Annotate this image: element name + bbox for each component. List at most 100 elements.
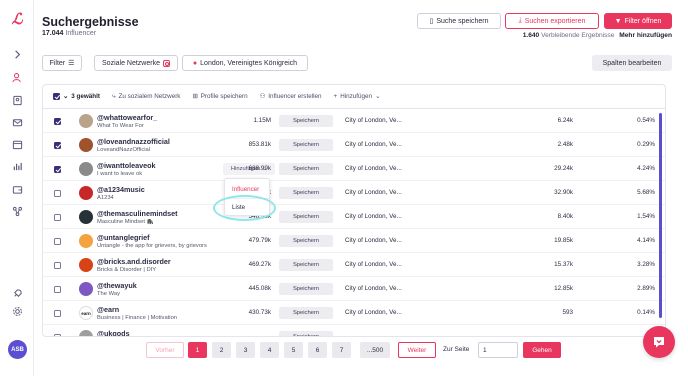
table-row[interactable]: @iwanttoleaveok I want to leave ok Hinzufü… bbox=[43, 157, 665, 181]
user-avatar[interactable]: ASB bbox=[8, 340, 27, 359]
page-button[interactable]: 2 bbox=[212, 342, 231, 358]
table-row[interactable]: @bricks.and.disorder Bricks & Disorder | … bbox=[43, 253, 665, 277]
location-chip[interactable]: ● London, Vereinigtes Königreich bbox=[182, 55, 308, 71]
page-button[interactable]: 5 bbox=[284, 342, 303, 358]
row-checkbox[interactable] bbox=[54, 286, 61, 293]
row-checkbox[interactable] bbox=[54, 166, 61, 173]
avatar[interactable] bbox=[79, 138, 93, 152]
avatar[interactable] bbox=[79, 114, 93, 128]
page-button[interactable]: 4 bbox=[260, 342, 279, 358]
link-icon: ⤷ bbox=[111, 92, 116, 100]
influencer-name[interactable]: @ukgods bbox=[97, 329, 130, 336]
goto-page-input[interactable]: 1 bbox=[478, 342, 518, 358]
table-row[interactable]: @themasculinemindset Masculine Mindset 🦍 S… bbox=[43, 205, 665, 229]
row-save-button[interactable]: Speichern bbox=[279, 115, 333, 127]
settings-icon[interactable] bbox=[11, 305, 23, 317]
create-influencer-action[interactable]: ⚇ Influencer erstellen bbox=[260, 93, 322, 100]
previous-page-button[interactable]: Vorher bbox=[146, 342, 184, 358]
row-save-button[interactable]: Speichern bbox=[279, 139, 333, 151]
table-row[interactable]: @whattowearfor_ What To Wear For Speichern… bbox=[43, 109, 665, 133]
export-search-button[interactable]: ⤓ Suchen exportieren bbox=[505, 13, 599, 29]
avatar[interactable] bbox=[79, 210, 93, 224]
highlight-annotation bbox=[213, 195, 276, 221]
influencer-name[interactable]: @loveandnazzofficial bbox=[97, 137, 170, 146]
avatar[interactable] bbox=[79, 258, 93, 272]
chart-icon[interactable] bbox=[11, 160, 23, 172]
selected-count[interactable]: ⌄ 3 gewählt bbox=[53, 93, 100, 100]
row-save-button[interactable]: Speichern bbox=[279, 211, 333, 223]
influencer-name[interactable]: @earn bbox=[97, 305, 119, 314]
influencer-name[interactable]: @bricks.and.disorder bbox=[97, 257, 171, 266]
row-checkbox[interactable] bbox=[54, 262, 61, 269]
rocket-icon[interactable] bbox=[11, 287, 23, 299]
avatar[interactable] bbox=[79, 282, 93, 296]
row-checkbox[interactable] bbox=[54, 334, 61, 336]
brand-logo[interactable]: ℒ bbox=[9, 12, 25, 28]
filter-button[interactable]: Filter ☰ bbox=[42, 55, 82, 71]
row-checkbox[interactable] bbox=[54, 142, 61, 149]
table-row[interactable]: @a1234music A1234 Speichern City of London,… bbox=[43, 181, 665, 205]
dropdown-option-influencer[interactable]: Influencer bbox=[232, 186, 259, 193]
engagement-cell: 15.37k bbox=[554, 261, 573, 268]
table-row[interactable]: @untanglegrief Untangle - the app for gri… bbox=[43, 229, 665, 253]
avatar[interactable] bbox=[79, 234, 93, 248]
influencer-name[interactable]: @whattowearfor_ bbox=[97, 113, 157, 122]
row-save-button[interactable]: Speichern bbox=[279, 163, 333, 175]
page-button[interactable]: 3 bbox=[236, 342, 255, 358]
network-icon[interactable] bbox=[11, 205, 23, 217]
wallet-icon[interactable] bbox=[11, 183, 23, 195]
social-networks-chip[interactable]: Soziale Netzwerke bbox=[94, 55, 178, 71]
contacts-icon[interactable] bbox=[11, 94, 23, 106]
table-row[interactable]: @thewayuk The Way Speichern City of London,… bbox=[43, 277, 665, 301]
row-save-button[interactable]: Speichern bbox=[279, 259, 333, 271]
row-save-button[interactable]: Speichern bbox=[279, 235, 333, 247]
table-row[interactable]: earn @earn Business | Finance | Motivation… bbox=[43, 301, 665, 325]
row-checkbox[interactable] bbox=[54, 214, 61, 221]
row-checkbox[interactable] bbox=[54, 190, 61, 197]
user-search-icon[interactable] bbox=[11, 71, 23, 83]
add-action[interactable]: + Hinzufügen ⌄ bbox=[334, 93, 381, 100]
avatar[interactable] bbox=[79, 186, 93, 200]
avatar[interactable] bbox=[79, 162, 93, 176]
scrollbar[interactable] bbox=[659, 113, 662, 318]
mail-icon[interactable] bbox=[11, 116, 23, 128]
row-save-button[interactable]: Speichern bbox=[279, 187, 333, 199]
edit-columns-button[interactable]: Spalten bearbeiten bbox=[592, 55, 672, 71]
last-page-button[interactable]: ...500 bbox=[360, 342, 390, 358]
open-filter-button[interactable]: ▼ Filter öffnen bbox=[604, 13, 672, 29]
location-cell: City of London, Ve... bbox=[345, 213, 402, 220]
page-button[interactable]: 7 bbox=[332, 342, 351, 358]
row-save-button[interactable]: Speichern bbox=[279, 307, 333, 319]
row-checkbox[interactable] bbox=[54, 310, 61, 317]
select-all-checkbox[interactable] bbox=[53, 93, 60, 100]
row-checkbox[interactable] bbox=[54, 118, 61, 125]
avatar[interactable]: earn bbox=[79, 306, 93, 320]
row-save-button[interactable]: Speichern bbox=[279, 283, 333, 295]
add-more-link[interactable]: Mehr hinzufügen bbox=[619, 32, 672, 39]
influencer-name[interactable]: @untanglegrief bbox=[97, 233, 150, 242]
save-profiles-action[interactable]: ⊞ Profile speichern bbox=[192, 93, 247, 100]
influencer-name[interactable]: @themasculinemindset bbox=[97, 209, 178, 218]
calendar-icon[interactable] bbox=[11, 138, 23, 150]
go-button[interactable]: Gehen bbox=[523, 342, 561, 358]
row-save-button[interactable]: Speichern bbox=[279, 331, 333, 336]
influencer-name[interactable]: @iwanttoleaveok bbox=[97, 161, 156, 170]
help-chat-button[interactable] bbox=[643, 326, 675, 358]
remaining-label: Verbleibende Ergebnisse bbox=[541, 32, 615, 39]
influencer-description: The Way bbox=[97, 291, 120, 297]
save-search-button[interactable]: ▯ Suche speichern bbox=[417, 13, 501, 29]
page-button[interactable]: 6 bbox=[308, 342, 327, 358]
to-social-network-action[interactable]: ⤷ Zu sozialem Netzwerk bbox=[112, 93, 180, 101]
row-checkbox[interactable] bbox=[54, 238, 61, 245]
open-filter-label: Filter öffnen bbox=[624, 17, 662, 25]
followers-cell: 688.99k bbox=[248, 165, 271, 172]
influencer-description: A1234 bbox=[97, 195, 114, 201]
table-row[interactable]: @loveandnazzofficial LoveandNazzOfficial S… bbox=[43, 133, 665, 157]
influencer-name[interactable]: @thewayuk bbox=[97, 281, 137, 290]
influencer-name[interactable]: @a1234music bbox=[97, 185, 145, 194]
avatar[interactable] bbox=[79, 330, 93, 336]
table-row[interactable]: @ukgods Speichern bbox=[43, 325, 665, 336]
page-button[interactable]: 1 bbox=[188, 342, 207, 358]
chevron-right-icon[interactable] bbox=[11, 48, 23, 60]
next-page-button[interactable]: Weiter bbox=[398, 342, 436, 358]
